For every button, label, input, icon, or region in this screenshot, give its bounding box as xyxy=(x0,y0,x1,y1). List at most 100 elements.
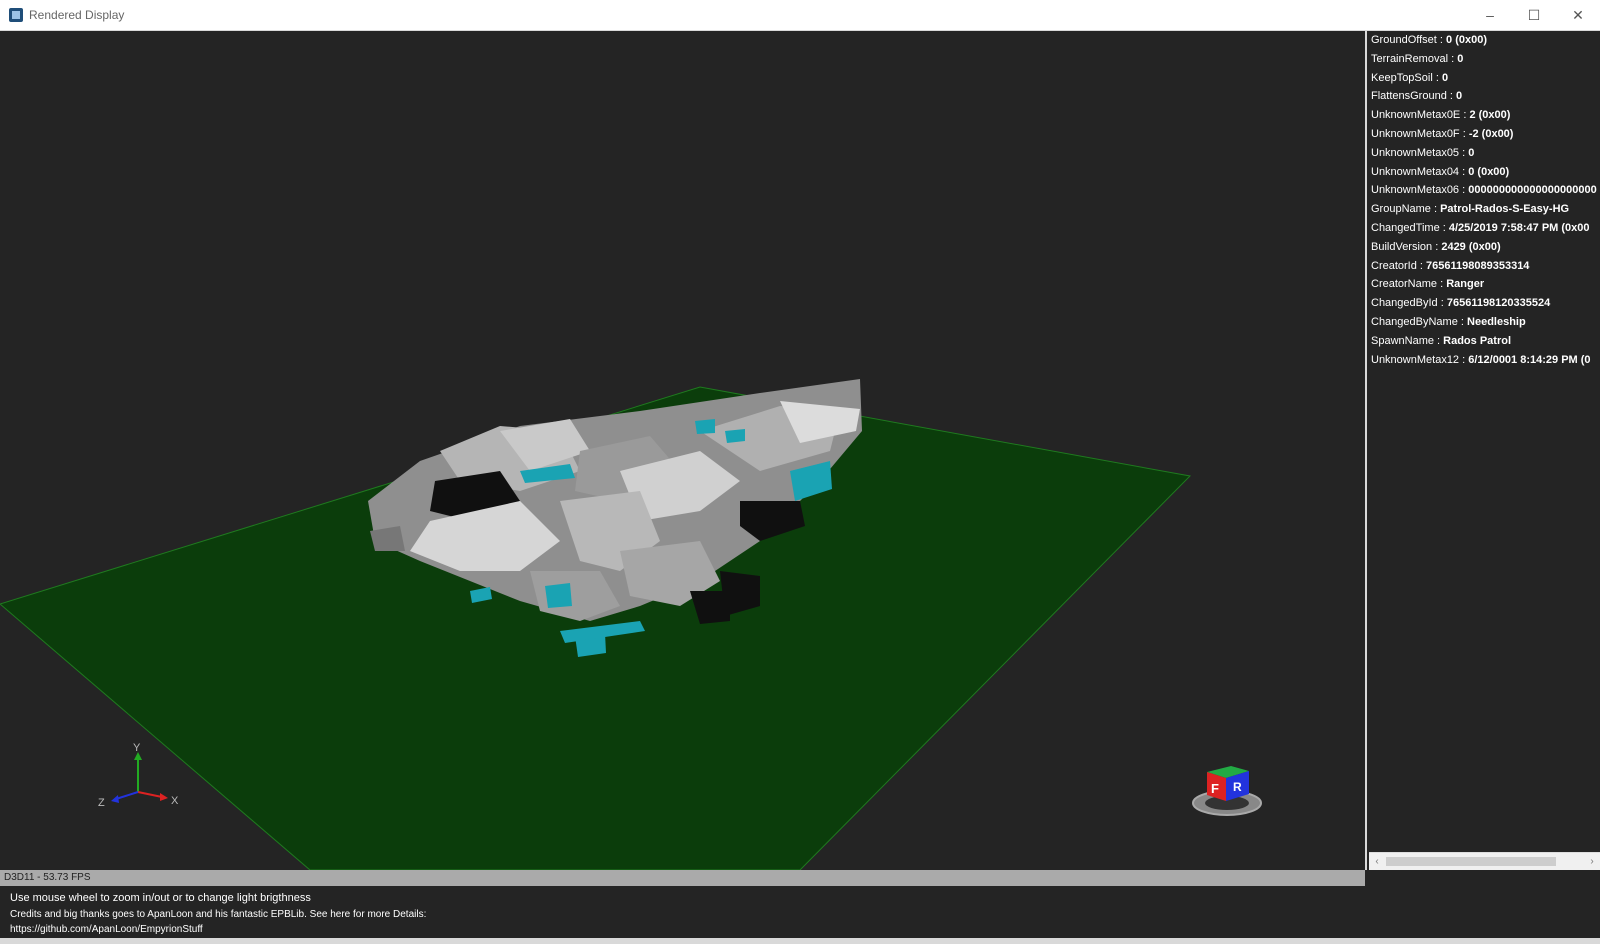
property-separator: : xyxy=(1416,259,1427,272)
property-row: KeepTopSoil : 0 xyxy=(1371,72,1448,84)
property-row: GroupName : Patrol-Rados-S-Easy-HG xyxy=(1371,203,1569,215)
property-row: UnknownMetax06 : 000000000000000000000 xyxy=(1371,184,1597,196)
property-row: BuildVersion : 2429 (0x00) xyxy=(1371,241,1501,253)
view-cube[interactable]: F R xyxy=(1192,766,1262,816)
view-cube-right-label: R xyxy=(1233,780,1242,794)
property-value: Rados Patrol xyxy=(1443,334,1512,347)
property-key: ChangedById xyxy=(1371,297,1438,310)
property-row: CreatorId : 76561198089353314 xyxy=(1371,260,1529,272)
property-value: -2 (0x00) xyxy=(1468,128,1514,140)
help-link-text[interactable]: https://github.com/ApanLoon/EmpyrionStuf… xyxy=(10,924,203,935)
property-row: UnknownMetax05 : 0 xyxy=(1371,147,1474,159)
property-separator: : xyxy=(1430,203,1441,216)
help-zoom-text: Use mouse wheel to zoom in/out or to cha… xyxy=(10,892,311,904)
property-value: Patrol-Rados-S-Easy-HG xyxy=(1440,203,1570,216)
property-row: ChangedTime : 4/25/2019 7:58:47 PM (0x00 xyxy=(1371,222,1590,234)
property-value: Needleship xyxy=(1467,316,1526,328)
property-row: UnknownMetax04 : 0 (0x00) xyxy=(1371,166,1509,178)
chevron-left-icon: ‹ xyxy=(1375,856,1379,867)
property-row: ChangedByName : Needleship xyxy=(1371,316,1526,328)
property-value: 2429 (0x00) xyxy=(1441,240,1501,253)
property-key: GroundOffset xyxy=(1371,34,1437,46)
property-value: 0 xyxy=(1441,71,1449,84)
property-separator: : xyxy=(1459,128,1469,140)
property-separator: : xyxy=(1459,146,1469,159)
property-value: 76561198089353314 xyxy=(1426,259,1530,272)
property-key: SpawnName xyxy=(1371,334,1434,347)
property-key: ChangedTime xyxy=(1371,222,1440,234)
property-row: ChangedById : 76561198120335524 xyxy=(1371,297,1550,309)
property-separator: : xyxy=(1448,52,1458,65)
property-key: CreatorName xyxy=(1371,278,1438,291)
property-separator: : xyxy=(1459,165,1469,178)
scroll-left-button[interactable]: ‹ xyxy=(1369,853,1385,870)
property-separator: : xyxy=(1433,334,1444,347)
property-separator: : xyxy=(1432,240,1442,253)
property-key: GroupName xyxy=(1371,203,1431,216)
fps-status-bar: D3D11 - 53.73 FPS xyxy=(0,870,1365,886)
scrollbar-thumb[interactable] xyxy=(1386,857,1556,866)
scroll-right-button[interactable]: › xyxy=(1584,853,1600,870)
fps-readout: D3D11 - 53.73 FPS xyxy=(4,872,91,883)
property-value: 000000000000000000000 xyxy=(1468,184,1597,197)
taskbar-strip xyxy=(0,938,1600,944)
maximize-button[interactable]: ☐ xyxy=(1512,0,1556,30)
property-key: UnknownMetax0E xyxy=(1371,109,1461,122)
property-separator: : xyxy=(1437,297,1447,310)
property-value: 0 xyxy=(1457,52,1464,65)
property-value: 0 (0x00) xyxy=(1446,34,1487,46)
property-separator: : xyxy=(1436,34,1447,46)
render-viewport[interactable]: Y X Z F R xyxy=(0,31,1365,870)
property-key: UnknownMetax06 xyxy=(1371,184,1460,197)
property-separator: : xyxy=(1439,222,1449,234)
axis-y-label: Y xyxy=(133,742,141,754)
property-key: UnknownMetax04 xyxy=(1371,165,1460,178)
close-icon: ✕ xyxy=(1572,6,1584,23)
property-key: KeepTopSoil xyxy=(1371,71,1433,84)
property-key: ChangedByName xyxy=(1371,316,1458,328)
view-cube-front-label: F xyxy=(1211,781,1219,796)
property-value: 0 xyxy=(1456,90,1463,103)
property-value: 4/25/2019 7:58:47 PM (0x00 xyxy=(1448,222,1590,234)
properties-horizontal-scrollbar[interactable]: ‹ › xyxy=(1369,852,1600,870)
property-separator: : xyxy=(1446,90,1456,103)
property-key: BuildVersion xyxy=(1371,240,1433,253)
property-separator: : xyxy=(1459,184,1469,197)
property-row: CreatorName : Ranger xyxy=(1371,278,1484,290)
property-separator: : xyxy=(1457,316,1468,328)
scene-canvas[interactable]: Y X Z F R xyxy=(0,31,1365,870)
axis-z-label: Z xyxy=(98,797,105,809)
chevron-right-icon: › xyxy=(1590,856,1594,867)
property-value: 0 xyxy=(1468,146,1475,159)
property-row: SpawnName : Rados Patrol xyxy=(1371,335,1511,347)
property-value: 0 (0x00) xyxy=(1468,165,1510,178)
property-key: TerrainRemoval xyxy=(1371,52,1449,65)
property-key: CreatorId xyxy=(1371,259,1417,272)
property-key: UnknownMetax12 xyxy=(1371,353,1460,366)
property-value: 2 (0x00) xyxy=(1469,109,1511,122)
property-separator: : xyxy=(1437,278,1447,291)
property-row: FlattensGround : 0 xyxy=(1371,90,1462,102)
property-value: 6/12/0001 8:14:29 PM (0 xyxy=(1468,353,1591,366)
minimize-icon: – xyxy=(1486,7,1494,23)
maximize-icon: ☐ xyxy=(1527,6,1541,23)
axis-gizmo: Y X Z xyxy=(98,742,179,809)
property-value: 76561198120335524 xyxy=(1446,297,1551,310)
property-separator: : xyxy=(1432,71,1442,84)
window-title: Rendered Display xyxy=(29,8,125,22)
property-row: UnknownMetax0F : -2 (0x00) xyxy=(1371,128,1513,140)
status-spacer xyxy=(1365,870,1600,886)
property-row: GroundOffset : 0 (0x00) xyxy=(1371,34,1487,46)
minimize-button[interactable]: – xyxy=(1468,0,1512,30)
title-bar: Rendered Display – ☐ ✕ xyxy=(0,0,1600,31)
property-row: UnknownMetax0E : 2 (0x00) xyxy=(1371,109,1510,121)
property-key: FlattensGround xyxy=(1371,90,1447,103)
property-separator: : xyxy=(1459,353,1469,366)
app-icon xyxy=(9,8,23,22)
property-key: UnknownMetax05 xyxy=(1371,146,1460,159)
properties-panel[interactable]: GroundOffset : 0 (0x00) TerrainRemoval : … xyxy=(1365,31,1600,870)
close-button[interactable]: ✕ xyxy=(1556,0,1600,30)
property-value: Ranger xyxy=(1446,278,1485,291)
axis-x-label: X xyxy=(171,795,179,807)
help-credits-text: Credits and big thanks goes to ApanLoon … xyxy=(10,909,427,920)
